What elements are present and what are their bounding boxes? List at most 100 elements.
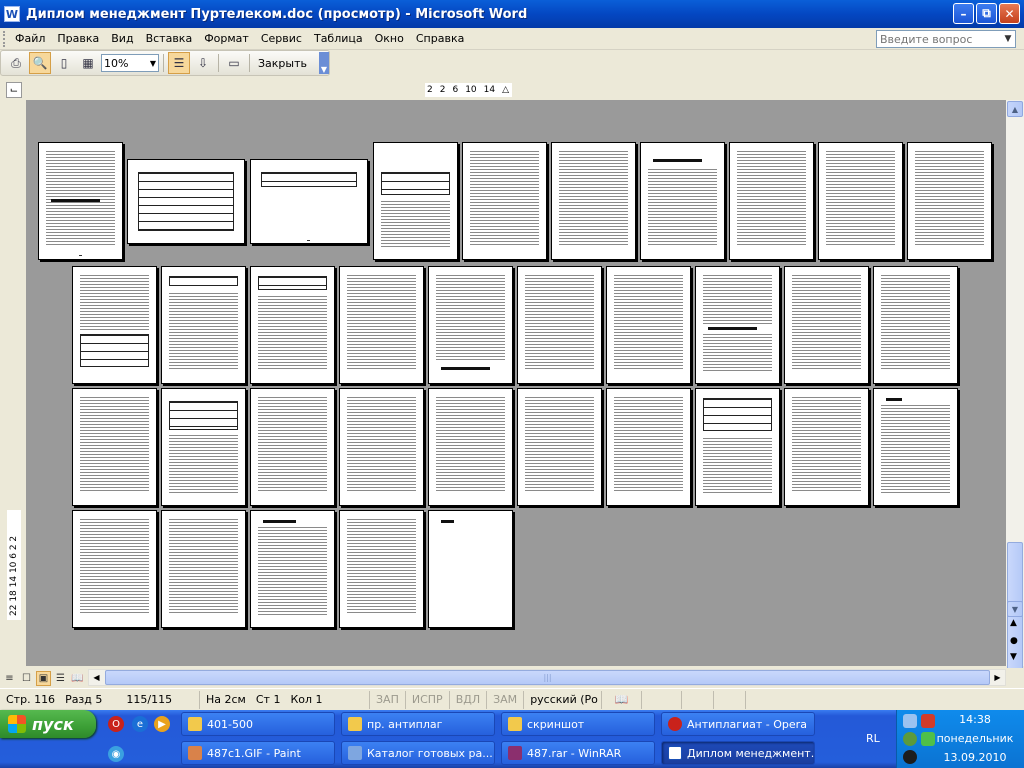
help-search-box[interactable]: ▼ <box>876 30 1016 48</box>
status-trk[interactable]: ИСПР <box>406 690 450 709</box>
reading-view-icon[interactable]: 📖 <box>70 671 85 686</box>
vertical-ruler[interactable]: 22 18 14 10 6 2 2 <box>7 510 21 620</box>
spelling-book-icon[interactable]: 📖 <box>602 690 643 709</box>
menu-view[interactable]: Вид <box>105 32 139 45</box>
page-thumbnail[interactable] <box>729 142 814 260</box>
status-ovr[interactable]: ЗАМ <box>487 690 525 709</box>
menu-edit[interactable]: Правка <box>51 32 105 45</box>
page-thumbnail[interactable] <box>517 388 602 506</box>
opera-icon[interactable]: O <box>108 716 124 732</box>
shrink-to-fit-icon[interactable]: ⇩ <box>192 52 214 74</box>
page-thumbnail[interactable] <box>606 388 691 506</box>
next-page-icon[interactable]: ▼ <box>1010 652 1017 662</box>
toolbar-options-icon[interactable]: ▼ <box>319 52 329 74</box>
page-thumbnail[interactable] <box>72 388 157 506</box>
tab-selector-icon[interactable]: ⌙ <box>6 82 22 98</box>
minimize-button[interactable]: – <box>953 3 974 24</box>
indent-marker-icon[interactable]: △ <box>502 85 509 95</box>
page-thumbnail[interactable] <box>38 142 123 260</box>
page-thumbnail[interactable] <box>373 142 458 260</box>
page-thumbnail[interactable] <box>873 266 958 384</box>
page-thumbnail[interactable] <box>818 142 903 260</box>
internet-explorer-icon[interactable]: e <box>132 716 148 732</box>
page-thumbnail[interactable] <box>907 142 992 260</box>
close-button[interactable]: ✕ <box>999 3 1020 24</box>
web-view-icon[interactable]: ☐ <box>19 671 34 686</box>
task-opera[interactable]: Антиплагиат - Opera <box>661 712 815 736</box>
page-thumbnail[interactable] <box>784 266 869 384</box>
restore-button[interactable]: ⧉ <box>976 3 997 24</box>
menu-table[interactable]: Таблица <box>308 32 369 45</box>
chevron-down-icon[interactable]: ▼ <box>150 59 156 68</box>
menu-help[interactable]: Справка <box>410 32 470 45</box>
page-thumbnail[interactable] <box>784 388 869 506</box>
page-thumbnail[interactable] <box>640 142 725 260</box>
menu-window[interactable]: Окно <box>369 32 410 45</box>
scroll-right-icon[interactable]: ▶ <box>990 670 1005 685</box>
page-thumbnail[interactable] <box>250 266 335 384</box>
page-thumbnail[interactable] <box>250 510 335 628</box>
chevron-down-icon[interactable]: ▼ <box>1001 34 1015 44</box>
page-thumbnail[interactable] <box>250 388 335 506</box>
page-thumbnail[interactable] <box>161 388 246 506</box>
browse-object-icon[interactable]: ● <box>1010 636 1018 646</box>
menu-format[interactable]: Формат <box>198 32 255 45</box>
previous-page-icon[interactable]: ▲ <box>1010 618 1017 628</box>
language-indicator[interactable]: RL <box>866 732 880 745</box>
menu-tools[interactable]: Сервис <box>255 32 308 45</box>
menu-file[interactable]: Файл <box>9 32 51 45</box>
page-thumbnail[interactable] <box>551 142 636 260</box>
network-icon[interactable] <box>903 714 917 728</box>
vertical-scrollbar[interactable]: ▲ ▼ ▲ ● ▼ <box>1006 100 1024 702</box>
page-thumbnail[interactable] <box>695 266 780 384</box>
scroll-left-icon[interactable]: ◀ <box>89 670 104 685</box>
page-thumbnail[interactable] <box>428 388 513 506</box>
page-thumbnail[interactable] <box>462 142 547 260</box>
page-thumbnail[interactable] <box>250 159 368 244</box>
print-icon[interactable]: ⎙ <box>5 52 27 74</box>
scroll-up-icon[interactable]: ▲ <box>1007 101 1023 117</box>
help-search-input[interactable] <box>877 32 1001 46</box>
task-paint[interactable]: 487c1.GIF - Paint <box>181 741 335 765</box>
page-thumbnail[interactable] <box>873 388 958 506</box>
horizontal-scrollbar[interactable]: ◀ ||| ▶ <box>88 669 1006 686</box>
status-ext[interactable]: ВДЛ <box>450 690 488 709</box>
page-thumbnail[interactable] <box>428 510 513 628</box>
print-layout-icon[interactable]: ▣ <box>36 670 51 686</box>
page-thumbnail[interactable] <box>72 510 157 628</box>
start-button[interactable]: пуск <box>0 710 96 738</box>
normal-view-icon[interactable]: ≡ <box>2 671 17 686</box>
view-ruler-icon[interactable]: ☰ <box>168 52 190 74</box>
page-thumbnail[interactable] <box>517 266 602 384</box>
status-language[interactable]: русский (Ро <box>524 690 603 709</box>
page-thumbnail[interactable] <box>606 266 691 384</box>
menu-insert[interactable]: Вставка <box>140 32 199 45</box>
page-thumbnail[interactable] <box>428 266 513 384</box>
task-winrar[interactable]: 487.rar - WinRAR <box>501 741 655 765</box>
page-thumbnail[interactable] <box>161 266 246 384</box>
status-rec[interactable]: ЗАП <box>370 690 406 709</box>
close-preview-button[interactable]: Закрыть <box>254 57 311 70</box>
show-desktop-icon[interactable]: ◉ <box>108 746 124 762</box>
document-preview-area[interactable] <box>26 100 1006 666</box>
magnifier-icon[interactable]: 🔍 <box>29 52 51 74</box>
horizontal-scroll-thumb[interactable]: ||| <box>105 670 990 685</box>
page-thumbnail[interactable] <box>339 266 424 384</box>
page-thumbnail[interactable] <box>161 510 246 628</box>
horizontal-ruler[interactable]: 2 2 6 10 14 △ <box>425 83 512 97</box>
task-folder-screenshot[interactable]: скриншот <box>501 712 655 736</box>
word-icon[interactable]: W <box>4 6 20 22</box>
outline-view-icon[interactable]: ☰ <box>53 671 68 686</box>
page-thumbnail[interactable] <box>339 510 424 628</box>
page-thumbnail[interactable] <box>695 388 780 506</box>
task-folder-antiplag[interactable]: пр. антиплаг <box>341 712 495 736</box>
page-thumbnail[interactable] <box>127 159 245 244</box>
task-folder-401-500[interactable]: 401-500 <box>181 712 335 736</box>
media-tray-icon[interactable] <box>903 750 917 764</box>
task-word-diploma[interactable]: Диплом менеджмент... <box>661 741 815 765</box>
one-page-icon[interactable]: ▯ <box>53 52 75 74</box>
task-catalog[interactable]: Каталог готовых ра... <box>341 741 495 765</box>
scroll-down-icon[interactable]: ▼ <box>1007 601 1023 617</box>
media-player-icon[interactable]: ▶ <box>154 716 170 732</box>
page-thumbnail[interactable] <box>72 266 157 384</box>
